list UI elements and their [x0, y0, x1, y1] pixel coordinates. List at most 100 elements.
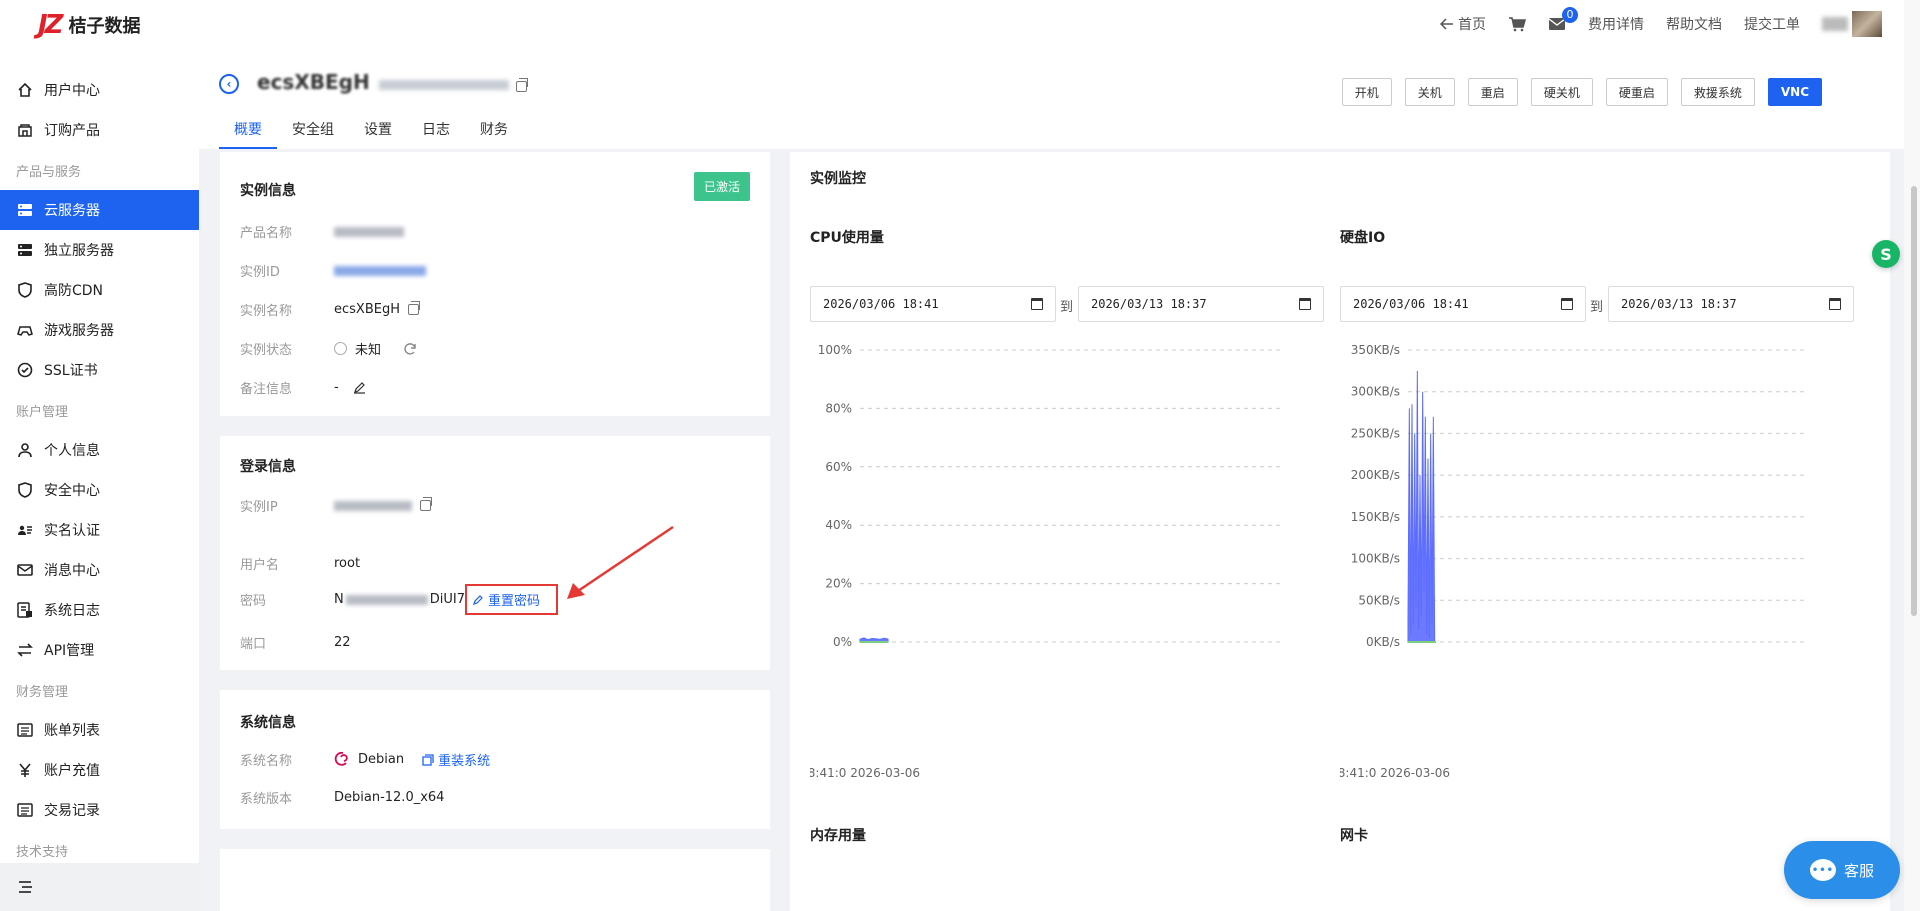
instance-id-value[interactable] [334, 265, 426, 276]
disk-io-chart[interactable]: 350KB/s 300KB/s 250KB/s 200KB/s 150KB/s 100KB… [1338, 342, 1818, 662]
docs-link[interactable]: 帮助文档 [1666, 14, 1722, 34]
action-button[interactable]: 硬重启 [1605, 78, 1668, 106]
action-button[interactable]: 重启 [1467, 78, 1518, 106]
login-info-title: 登录信息 [240, 459, 296, 475]
instance-status-label: 实例状态 [240, 343, 293, 358]
product-name-label: 产品名称 [240, 226, 293, 241]
instance-status-value: 未知 [355, 343, 382, 358]
sidebar-item[interactable]: 实名认证 [0, 510, 199, 550]
calendar-icon [1561, 298, 1573, 310]
additional-info-card [220, 849, 770, 911]
sidebar-item-label: 个人信息 [44, 443, 100, 459]
assistant-float-button[interactable]: S [1872, 240, 1900, 268]
tab[interactable]: 安全组 [277, 118, 349, 149]
system-version-row: 系统版本 Debian-12.0_x64 [240, 788, 444, 807]
edit-icon [473, 595, 483, 605]
y-tick-label: 100% [818, 343, 852, 357]
sidebar-item[interactable]: 订购产品 [0, 110, 199, 150]
instance-name-label: 实例名称 [240, 304, 293, 319]
disk-range-separator: 到 [1590, 300, 1604, 315]
ticket-link[interactable]: 提交工单 [1744, 14, 1800, 34]
monitor-title: 实例监控 [810, 171, 866, 187]
collapse-sidebar-button[interactable] [0, 863, 199, 911]
copy-icon[interactable] [407, 301, 420, 315]
status-dot-icon [334, 342, 347, 355]
sidebar-item[interactable]: 系统日志 [0, 590, 199, 630]
sidebar-item[interactable]: 账单列表 [0, 710, 199, 750]
disk-start-date-input[interactable]: 2026/03/06 18:41 [1340, 286, 1586, 322]
tab[interactable]: 概要 [219, 118, 277, 149]
sidebar-item[interactable]: 高防CDN [0, 270, 199, 310]
page-header: ‹ ecsXBEgH 概要 安全组 设置 日志 财务 开机 关机 重启 硬关机 硬重启 救援系统 V… [199, 48, 1904, 149]
sidebar-item[interactable]: 账户充值 [0, 750, 199, 790]
cpu-end-date-input[interactable]: 2026/03/13 18:37 [1078, 286, 1324, 322]
sidebar-item[interactable]: API管理 [0, 630, 199, 670]
sidebar-item[interactable]: 独立服务器 [0, 230, 199, 270]
debian-logo-icon [334, 751, 348, 766]
reinstall-system-button[interactable]: 重装系统 [422, 750, 490, 769]
action-button[interactable]: 救援系统 [1680, 78, 1755, 106]
instance-monitor-panel: 实例监控 CPU使用量 2026/03/06 18:41 到 2026/03/1… [790, 152, 1890, 911]
sidebar-item-label: 高防CDN [44, 283, 104, 299]
tab[interactable]: 日志 [407, 118, 465, 149]
sidebar-item-label: SSL证书 [44, 363, 98, 379]
sidebar-item-label: 系统日志 [44, 603, 100, 619]
action-button[interactable]: 关机 [1404, 78, 1455, 106]
list-icon [16, 801, 34, 819]
scrollbar-thumb[interactable] [1911, 186, 1917, 616]
server-icon [16, 241, 34, 259]
cpu-start-date-input[interactable]: 2026/03/06 18:41 [810, 286, 1056, 322]
action-button[interactable]: VNC [1767, 78, 1822, 106]
cpu-range-separator: 到 [1060, 300, 1074, 315]
customer-service-button[interactable]: ••• 客服 [1784, 841, 1900, 899]
logo[interactable]: JZ 桔子数据 [38, 10, 141, 40]
port-label: 端口 [240, 637, 267, 652]
reset-password-label: 重置密码 [487, 594, 540, 609]
sidebar-item[interactable]: SSL证书 [0, 350, 199, 390]
port-row: 端口 22 [240, 633, 351, 652]
gamepad-icon [16, 321, 34, 339]
network-chart-title: 网卡 [1340, 828, 1368, 844]
refresh-icon[interactable] [403, 342, 417, 356]
reinstall-system-label: 重装系统 [438, 754, 491, 769]
instance-ip-row: 实例IP [240, 496, 432, 515]
sidebar-item-label: 用户中心 [44, 83, 100, 99]
tab[interactable]: 财务 [465, 118, 523, 149]
messages-button[interactable]: 0 [1548, 7, 1578, 31]
sidebar-item[interactable]: 个人信息 [0, 430, 199, 470]
reset-password-button[interactable]: 重置密码 [464, 584, 558, 615]
copy-icon[interactable] [516, 78, 528, 92]
home-link[interactable]: 首页 [1440, 14, 1486, 34]
note-value: - [334, 380, 339, 395]
y-tick-label: 100KB/s [1351, 552, 1400, 566]
fees-link[interactable]: 费用详情 [1588, 14, 1644, 34]
copy-icon[interactable] [420, 497, 432, 511]
sidebar-item-label: 消息中心 [44, 563, 100, 579]
instance-subtitle [379, 80, 509, 90]
sidebar-item[interactable]: 安全中心 [0, 470, 199, 510]
server-icon [16, 201, 34, 219]
cpu-end-date-value: 2026/03/13 18:37 [1091, 297, 1207, 311]
y-tick-label: 250KB/s [1351, 426, 1400, 440]
sidebar-item[interactable]: 消息中心 [0, 550, 199, 590]
tab[interactable]: 设置 [349, 118, 407, 149]
sidebar-item[interactable]: 云服务器 [0, 190, 199, 230]
sidebar-item-label: 云服务器 [44, 203, 100, 219]
sidebar-item[interactable]: 用户中心 [0, 70, 199, 110]
sidebar-item[interactable]: 交易记录 [0, 790, 199, 830]
sidebar: JZ 桔子数据 用户中心 订购产品 产品与服务 云服务器 独立服务器 高防CDN 游戏服务器… [0, 0, 199, 911]
action-button[interactable]: 硬关机 [1530, 78, 1593, 106]
sidebar-item[interactable]: 游戏服务器 [0, 310, 199, 350]
password-suffix: DiUI7 [429, 592, 465, 607]
back-button[interactable]: ‹ [219, 74, 239, 94]
edit-icon[interactable] [353, 381, 366, 394]
disk-x-axis-label: 2026-03-06 18:41:0 [1340, 766, 1450, 780]
sidebar-item-label: 账户充值 [44, 763, 100, 779]
user-menu[interactable] [1822, 11, 1882, 37]
y-tick-label: 300KB/s [1351, 385, 1400, 399]
id-card-icon [16, 521, 34, 539]
cpu-usage-chart[interactable]: 100% 80% 60% 40% 20% 0% [804, 342, 1284, 662]
cart-button[interactable] [1508, 16, 1526, 32]
action-button[interactable]: 开机 [1341, 78, 1392, 106]
disk-end-date-input[interactable]: 2026/03/13 18:37 [1608, 286, 1854, 322]
